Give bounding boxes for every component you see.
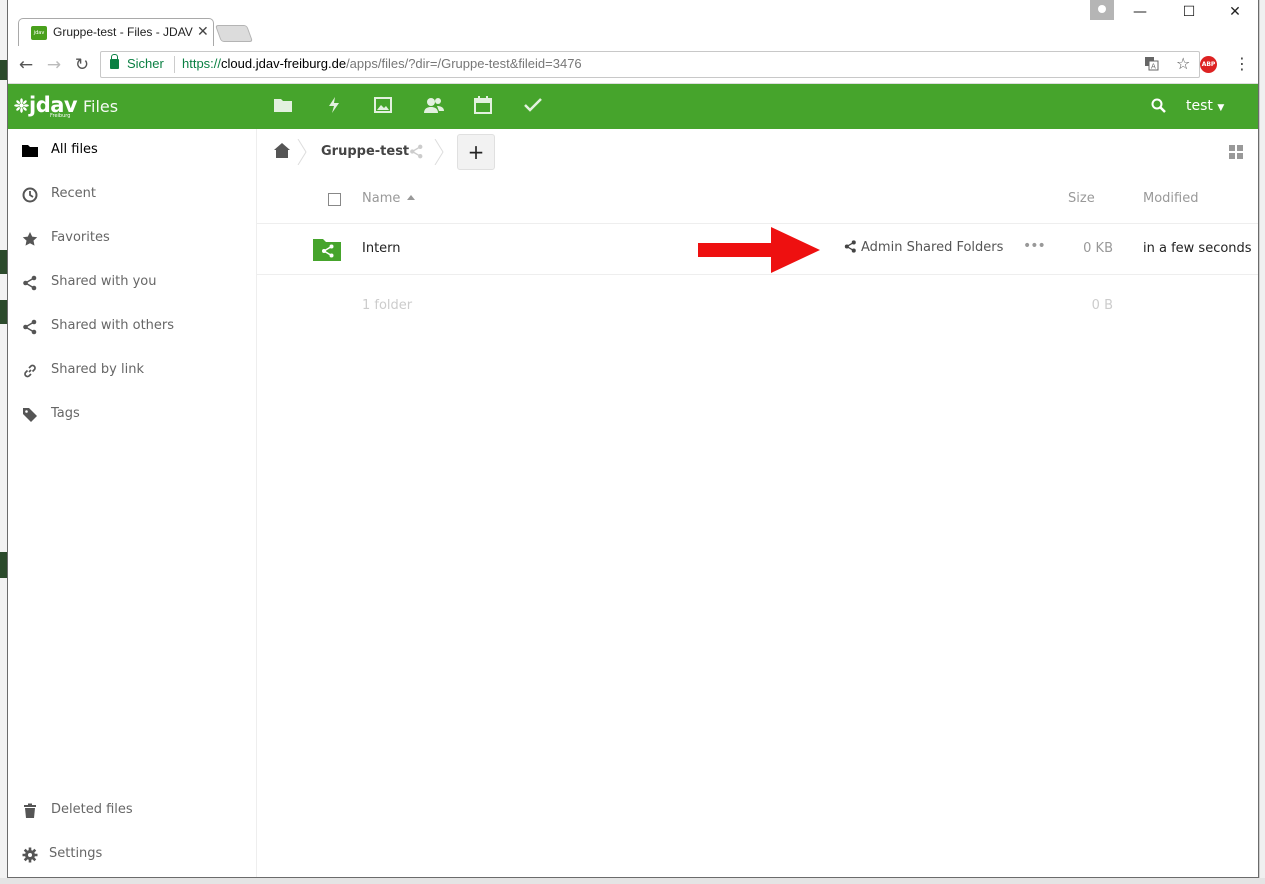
activity-icon[interactable] [324, 96, 346, 116]
minimize-icon[interactable]: — [1125, 4, 1155, 20]
share-icon[interactable] [409, 144, 424, 163]
sidebar-item-label: Deleted files [51, 802, 133, 817]
sidebar-item-label: Shared with others [51, 318, 175, 333]
tab-close-icon[interactable]: ✕ [197, 24, 209, 40]
maximize-icon[interactable]: ☐ [1174, 4, 1204, 20]
desktop-left-edge [0, 0, 7, 884]
size-column-header[interactable]: Size [1068, 191, 1095, 206]
red-arrow-annotation [697, 227, 822, 277]
file-list-area: Gruppe-test + Name Size Modified Intern [257, 129, 1258, 877]
more-actions-icon[interactable]: ••• [1023, 238, 1046, 254]
edelweiss-icon [14, 98, 29, 113]
sidebar-item-label: Shared with you [51, 274, 157, 289]
app-name: Files [83, 97, 119, 116]
url-text[interactable]: https://cloud.jdav-freiburg.de/apps/file… [182, 56, 582, 71]
breadcrumb-current[interactable]: Gruppe-test [321, 144, 409, 159]
address-separator [174, 56, 175, 73]
file-name[interactable]: Intern [362, 241, 401, 256]
star-icon [22, 232, 38, 246]
user-menu[interactable]: test ▼ [1186, 98, 1224, 114]
sidebar-item-label: Tags [51, 406, 80, 421]
sidebar-item-label: Shared by link [51, 362, 144, 377]
profile-icon[interactable] [1090, 0, 1114, 20]
share-status[interactable]: Admin Shared Folders [844, 240, 1003, 255]
translate-icon[interactable]: A [1144, 56, 1159, 75]
file-modified: in a few seconds [1143, 241, 1252, 256]
app-header: jdav Freiburg Files test ▼ [8, 84, 1258, 129]
tag-icon [23, 408, 37, 422]
search-icon[interactable] [1151, 98, 1167, 118]
desktop-right-edge [1259, 0, 1265, 884]
share-icon [844, 240, 856, 253]
summary-size: 0 B [1091, 298, 1113, 313]
home-icon[interactable] [274, 143, 290, 162]
share-icon [23, 275, 37, 291]
sidebar-item-label: Settings [49, 846, 103, 861]
contacts-icon[interactable] [423, 96, 445, 116]
file-size: 0 KB [1083, 241, 1113, 256]
share-icon [23, 319, 37, 335]
adblock-icon[interactable]: ABP [1200, 56, 1217, 73]
summary-count: 1 folder [362, 298, 413, 313]
lock-icon [110, 54, 119, 69]
breadcrumb: Gruppe-test + [257, 129, 1258, 175]
sort-arrow-icon [407, 195, 416, 200]
new-button[interactable]: + [457, 134, 495, 170]
new-tab-button[interactable] [214, 25, 254, 42]
address-bar[interactable]: Sicher https://cloud.jdav-freiburg.de/ap… [100, 51, 1200, 78]
sidebar-item-settings[interactable]: Settings [8, 833, 257, 877]
browser-toolbar: ← → ↻ Sicher https://cloud.jdav-freiburg… [8, 46, 1258, 84]
back-icon[interactable]: ← [15, 55, 37, 75]
folder-icon[interactable] [273, 96, 295, 116]
sidebar-item-recent[interactable]: Recent [8, 173, 257, 217]
favicon-icon: jdav [31, 26, 47, 40]
sidebar-item-shared-with-you[interactable]: Shared with you [8, 261, 257, 305]
clock-icon [22, 187, 38, 203]
sidebar-item-deleted-files[interactable]: Deleted files [8, 789, 257, 833]
sidebar-item-shared-by-link[interactable]: Shared by link [8, 349, 257, 393]
sidebar-item-label: All files [51, 142, 98, 157]
breadcrumb-separator [297, 139, 307, 165]
browser-menu-icon[interactable]: ⋮ [1234, 54, 1250, 73]
link-icon [24, 364, 36, 378]
reload-icon[interactable]: ↻ [71, 55, 93, 75]
sidebar-item-label: Recent [51, 186, 96, 201]
logo-subtext: Freiburg [50, 113, 71, 119]
sidebar-item-favorites[interactable]: Favorites [8, 217, 257, 261]
shared-folder-icon [313, 237, 341, 265]
grid-view-icon[interactable] [1229, 145, 1244, 164]
desktop-bottom-edge [0, 878, 1265, 884]
folder-icon [22, 145, 38, 157]
name-column-header[interactable]: Name [362, 191, 416, 206]
forward-icon[interactable]: → [43, 55, 65, 75]
browser-tab[interactable]: jdav Gruppe-test - Files - JDAV ✕ [18, 18, 214, 47]
secure-label: Sicher [127, 56, 164, 71]
svg-text:A: A [1151, 63, 1156, 71]
gear-icon [22, 847, 38, 863]
table-row[interactable]: Intern Admin Shared Folders ••• 0 KB in … [257, 224, 1258, 277]
tab-title: Gruppe-test - Files - JDAV [53, 25, 193, 39]
tasks-icon[interactable] [523, 96, 545, 116]
sidebar-item-label: Favorites [51, 230, 110, 245]
bookmark-star-icon[interactable]: ☆ [1176, 54, 1190, 73]
sidebar-item-tags[interactable]: Tags [8, 393, 257, 437]
tab-strip: jdav Gruppe-test - Files - JDAV ✕ — ☐ ✕ [8, 0, 1258, 47]
trash-icon [24, 803, 36, 818]
modified-column-header[interactable]: Modified [1143, 191, 1198, 206]
select-all-checkbox[interactable] [328, 193, 341, 206]
gallery-icon[interactable] [373, 96, 395, 116]
breadcrumb-separator [434, 139, 444, 165]
calendar-icon[interactable] [473, 96, 495, 116]
sidebar-item-all-files[interactable]: All files [8, 129, 257, 173]
browser-window: jdav Gruppe-test - Files - JDAV ✕ — ☐ ✕ … [7, 0, 1259, 878]
sidebar: All files Recent Favorites Shared with y… [8, 129, 257, 877]
close-window-icon[interactable]: ✕ [1220, 4, 1250, 20]
table-header: Name Size Modified [257, 175, 1258, 224]
sidebar-item-shared-with-others[interactable]: Shared with others [8, 305, 257, 349]
